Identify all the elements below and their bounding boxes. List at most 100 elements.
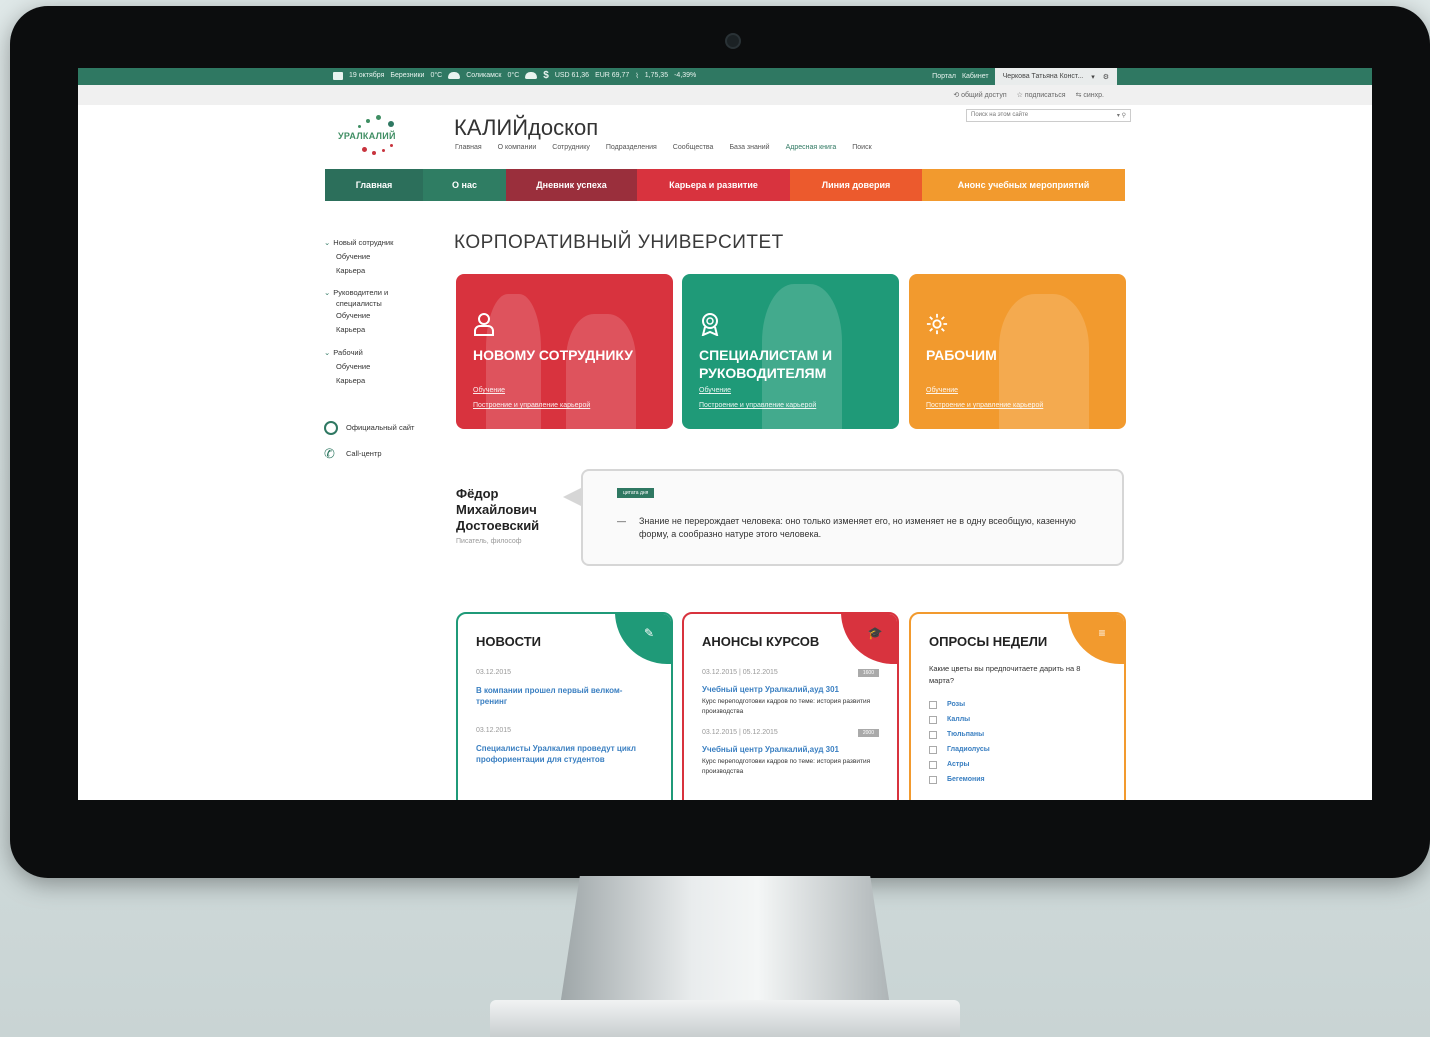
course-dates: 03.12.2015 | 05.12.2015 bbox=[702, 669, 778, 676]
poll-option[interactable]: Бегемония bbox=[929, 772, 1106, 787]
poll-option[interactable]: Тюльпаны bbox=[929, 727, 1106, 742]
sidebar-item[interactable]: Обучение bbox=[324, 309, 444, 323]
mainnav-career[interactable]: Карьера и развитие bbox=[637, 169, 790, 201]
user-menu[interactable]: Черкова Татьяна Конст... ▾ ⚙ bbox=[994, 68, 1117, 85]
nav-item[interactable]: О компании bbox=[498, 144, 537, 151]
nav-item[interactable]: Адресная книга bbox=[786, 144, 837, 151]
weather-temp: 0°C bbox=[430, 72, 443, 79]
search-input[interactable]: Поиск на этом сайте ▾ ⚲ bbox=[966, 109, 1131, 122]
tile-link-career[interactable]: Построение и управление карьерой bbox=[473, 402, 590, 409]
subscribe-button[interactable]: ☆ подписаться bbox=[1017, 91, 1066, 99]
sidebar-item[interactable]: Карьера bbox=[324, 264, 444, 278]
quote-text: Знание не перерождает человека: оно толь… bbox=[617, 515, 1107, 541]
tile-link-career[interactable]: Построение и управление карьерой bbox=[699, 402, 816, 409]
sidebar-item[interactable]: Карьера bbox=[324, 374, 444, 388]
poll-option[interactable]: Розы bbox=[929, 697, 1106, 712]
sync-button[interactable]: ⇆ синхр. bbox=[1076, 91, 1104, 99]
sidebar-group: ⌄ Руководители и специалисты Обучение Кар… bbox=[324, 287, 444, 337]
monitor-base bbox=[490, 1000, 960, 1037]
nav-item[interactable]: Подразделения bbox=[606, 144, 657, 151]
nav-item[interactable]: База знаний bbox=[729, 144, 769, 151]
sidebar-group: ⌄ Рабочий Обучение Карьера bbox=[324, 346, 444, 388]
chevron-down-icon: ⌄ bbox=[324, 348, 331, 357]
tile-specialists[interactable]: СПЕЦИАЛИСТАМ И РУКОВОДИТЕЛЯМ Обучение По… bbox=[682, 274, 899, 429]
search-icon[interactable]: ▾ ⚲ bbox=[1117, 112, 1126, 119]
tile-link-career[interactable]: Построение и управление карьерой bbox=[926, 402, 1043, 409]
main-nav: Главная О нас Дневник успеха Карьера и р… bbox=[325, 169, 1125, 201]
quote-author: Фёдор Михайлович Достоевский bbox=[456, 486, 540, 533]
course-title-link[interactable]: Учебный центр Уралкалий,ауд 301 bbox=[702, 685, 879, 694]
quote-badge: цитата дня bbox=[617, 488, 655, 498]
official-site-link[interactable]: Официальный сайт bbox=[324, 418, 444, 438]
poll-option[interactable]: Астры bbox=[929, 757, 1106, 772]
cloud-icon bbox=[525, 72, 538, 79]
tile-link-training[interactable]: Обучение bbox=[473, 387, 505, 394]
graduation-cap-icon: 🎓 bbox=[867, 626, 883, 640]
course-desc: Курс переподготовки кадров по теме: исто… bbox=[702, 698, 871, 715]
nav-item[interactable]: Сообщества bbox=[673, 144, 714, 151]
chevron-down-icon: ⌄ bbox=[324, 288, 331, 297]
quote-author-role: Писатель, философ bbox=[456, 538, 522, 545]
phone-icon: ✆ bbox=[324, 446, 335, 461]
news-title-link[interactable]: В компании прошел первый велком-тренинг bbox=[476, 685, 653, 707]
poll-question: Какие цветы вы предпочитаете дарить на 8… bbox=[929, 664, 1081, 685]
mainnav-home[interactable]: Главная bbox=[325, 169, 423, 201]
poll-option[interactable]: Гладиолусы bbox=[929, 742, 1106, 757]
poll-option[interactable]: Каллы bbox=[929, 712, 1106, 727]
action-bar: ⟲ общий доступ ☆ подписаться ⇆ синхр. bbox=[78, 85, 1372, 105]
course-desc: Курс переподготовки кадров по теме: исто… bbox=[702, 758, 871, 775]
mainnav-trust-line[interactable]: Линия доверия bbox=[790, 169, 922, 201]
user-name: Черкова Татьяна Конст... bbox=[1002, 73, 1084, 80]
share-button[interactable]: ⟲ общий доступ bbox=[953, 91, 1006, 99]
course-tag: 1600 bbox=[857, 669, 879, 677]
pencil-icon: ✎ bbox=[643, 626, 655, 640]
course-title-link[interactable]: Учебный центр Уралкалий,ауд 301 bbox=[702, 745, 879, 754]
tile-workers[interactable]: РАБОЧИМ Обучение Построение и управление… bbox=[909, 274, 1126, 429]
mainnav-success-diary[interactable]: Дневник успеха bbox=[506, 169, 637, 201]
news-date: 03.12.2015 bbox=[476, 727, 512, 734]
checkbox[interactable] bbox=[929, 700, 937, 709]
nav-item[interactable]: Главная bbox=[455, 144, 482, 151]
tile-title: РАБОЧИМ bbox=[926, 347, 997, 363]
sidebar-group-head[interactable]: ⌄ Рабочий bbox=[324, 346, 444, 360]
list-icon: ≡ bbox=[1098, 626, 1106, 640]
site-title: КАЛИЙдоскоп bbox=[454, 115, 599, 140]
weather-city: Березники bbox=[390, 72, 425, 79]
courses-card: 🎓 АНОНСЫ КУРСОВ 03.12.2015 | 05.12.2015 1… bbox=[682, 612, 899, 800]
chart-icon: ⌇ bbox=[635, 72, 639, 80]
tile-title: СПЕЦИАЛИСТАМ И РУКОВОДИТЕЛЯМ bbox=[699, 347, 833, 381]
mainnav-about[interactable]: О нас bbox=[423, 169, 506, 201]
mainnav-training-announcements[interactable]: Анонс учебных мероприятий bbox=[922, 169, 1125, 201]
checkbox[interactable] bbox=[929, 730, 937, 739]
globe-icon bbox=[324, 421, 338, 435]
nav-item[interactable]: Сотруднику bbox=[552, 144, 590, 151]
call-center-link[interactable]: ✆ Call-центр bbox=[324, 444, 444, 464]
tile-link-training[interactable]: Обучение bbox=[699, 387, 731, 394]
sidebar-item[interactable]: Карьера bbox=[324, 323, 444, 337]
usd-rate: USD 61,36 bbox=[554, 72, 590, 79]
webcam bbox=[725, 33, 741, 49]
portal-link[interactable]: Портал bbox=[932, 73, 956, 80]
sidebar-item[interactable]: Обучение bbox=[324, 250, 444, 264]
award-icon bbox=[701, 313, 719, 336]
checkbox[interactable] bbox=[929, 775, 937, 784]
uralkali-logo[interactable]: УРАЛКАЛИЙ bbox=[336, 111, 426, 163]
weather-temp: 0°C bbox=[507, 72, 520, 79]
cabinet-link[interactable]: Кабинет bbox=[962, 73, 989, 80]
sidebar-group-head[interactable]: ⌄ Руководители и специалисты bbox=[324, 287, 414, 309]
logo-text: УРАЛКАЛИЙ bbox=[338, 131, 396, 141]
sidebar-item[interactable]: Обучение bbox=[324, 360, 444, 374]
index-value: 1,75,35 bbox=[644, 72, 669, 79]
chevron-down-icon: ▾ bbox=[1091, 73, 1095, 81]
monitor-stand bbox=[560, 876, 890, 1006]
sidebar-group-head[interactable]: ⌄ Новый сотрудник bbox=[324, 236, 444, 250]
checkbox[interactable] bbox=[929, 745, 937, 754]
tile-link-training[interactable]: Обучение bbox=[926, 387, 958, 394]
nav-item[interactable]: Поиск bbox=[852, 144, 871, 151]
site-header: УРАЛКАЛИЙ КАЛИЙдоскоп Главная О компании… bbox=[78, 105, 1372, 165]
checkbox[interactable] bbox=[929, 715, 937, 724]
news-title-link[interactable]: Специалисты Уралкалия проведут цикл проф… bbox=[476, 743, 653, 765]
gear-icon[interactable]: ⚙ bbox=[1103, 73, 1109, 81]
checkbox[interactable] bbox=[929, 760, 937, 769]
tile-new-employee[interactable]: НОВОМУ СОТРУДНИКУ Обучение Построение и … bbox=[456, 274, 673, 429]
